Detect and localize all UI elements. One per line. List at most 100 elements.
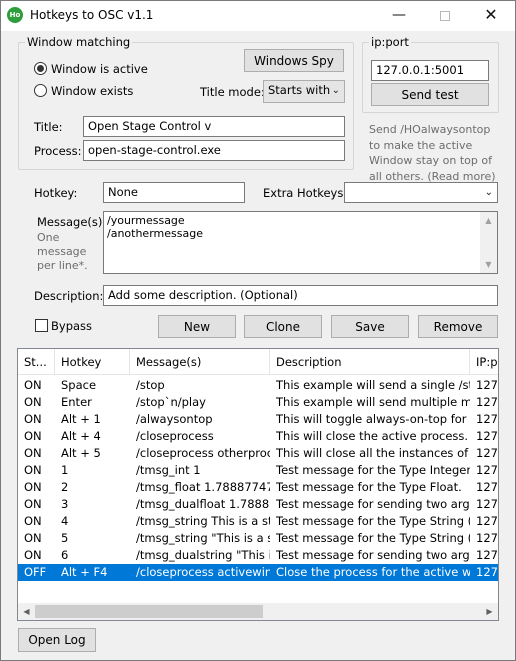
message-line: /anothermessage [107, 227, 203, 240]
table-row[interactable]: OFF Alt + F4/closeprocess activewin... Clo… [18, 564, 498, 581]
cell-hotkey: Alt + 5 [61, 446, 101, 460]
cell-ip: 127. [476, 446, 498, 460]
windows-spy-button[interactable]: Windows Spy [244, 49, 344, 72]
scroll-left-icon[interactable]: ◀ [18, 603, 35, 620]
bypass-label: Bypass [51, 319, 93, 333]
table-row[interactable]: ON Enter/stop`n/play This example will sen… [18, 394, 498, 411]
cell-description: Test message for sending two argume... [276, 497, 470, 511]
cell-hotkey: Space [61, 378, 97, 392]
cell-ip: 127. [476, 565, 498, 579]
title-label: Title: [34, 120, 63, 134]
table-row[interactable]: ON 6/tmsg_dualstring "This is ... Test mes… [18, 547, 498, 564]
window-matching-label: Window matching [25, 35, 133, 49]
cell-ip: 127. [476, 412, 498, 426]
table-row[interactable]: ON 1/tmsg_int 1 Test message for the Type … [18, 462, 498, 479]
cell-messages: /tmsg_int 1 [136, 463, 201, 477]
cell-hotkey: 1 [61, 463, 69, 477]
cell-ip: 127. [476, 480, 498, 494]
table-horizontal-scrollbar[interactable]: ◀ ▶ [18, 603, 498, 620]
cell-ip: 127. [476, 395, 498, 409]
hotkeys-table[interactable]: St... Hotkey Message(s) Description IP:p… [17, 348, 499, 621]
cell-messages: /tmsg_float 1.788877474 [136, 480, 270, 494]
table-row[interactable]: ON 5/tmsg_string "This is a si... Test mes… [18, 530, 498, 547]
app-window: Ho Hotkeys to OSC v1.1 — ✕ Window matchi… [0, 0, 516, 661]
table-row[interactable]: ON 4/tmsg_string This is a stri... Test me… [18, 513, 498, 530]
column-header-hotkey[interactable]: Hotkey [55, 349, 130, 375]
extra-hotkeys-label: Extra Hotkeys: [263, 186, 348, 200]
scroll-up-icon[interactable]: ▲ [480, 212, 497, 229]
cell-ip: 127. [476, 531, 498, 545]
description-label: Description: [34, 289, 104, 303]
scroll-thumb[interactable] [35, 605, 263, 618]
message-line: /yourmessage [107, 214, 185, 227]
hotkey-input[interactable]: None [103, 182, 245, 203]
cell-status: OFF [24, 565, 47, 579]
window-exists-radio[interactable] [34, 84, 47, 97]
title-mode-value: Starts with [268, 83, 331, 97]
column-header-messages[interactable]: Message(s) [130, 349, 270, 375]
ip-port-input[interactable]: 127.0.0.1:5001 [371, 60, 489, 81]
cell-status: ON [24, 548, 42, 562]
title-input[interactable]: Open Stage Control v [83, 116, 345, 137]
cell-messages: /tmsg_string This is a stri... [136, 514, 270, 528]
cell-status: ON [24, 446, 42, 460]
table-row[interactable]: ON Alt + 5/closeprocess otherproc... This … [18, 445, 498, 462]
table-row[interactable]: ON 3/tmsg_dualfloat 1.78887... Test messag… [18, 496, 498, 513]
hotkey-label: Hotkey: [34, 186, 78, 200]
title-mode-select[interactable]: Starts with ⌄ [263, 80, 345, 103]
cell-description: Close the process for the active wind... [276, 565, 470, 579]
send-test-button[interactable]: Send test [371, 83, 489, 106]
cell-status: ON [24, 514, 42, 528]
extra-hotkeys-select[interactable]: ⌄ [344, 182, 498, 203]
open-log-button[interactable]: Open Log [18, 628, 96, 652]
cell-hotkey: 2 [61, 480, 69, 494]
scroll-right-icon[interactable]: ▶ [481, 603, 498, 620]
column-header-description[interactable]: Description [270, 349, 470, 375]
save-button[interactable]: Save [331, 315, 409, 338]
hint-line: Send /HOalwaysontop [369, 123, 491, 136]
cell-description: This will toggle always-on-top for the a… [276, 412, 470, 426]
description-input[interactable]: Add some description. (Optional) [103, 285, 498, 306]
cell-hotkey: 6 [61, 548, 69, 562]
window-active-radio[interactable] [34, 62, 47, 75]
bypass-checkbox[interactable] [35, 319, 48, 332]
process-input[interactable]: open-stage-control.exe [83, 140, 345, 161]
title-mode-label: Title mode: [200, 85, 265, 99]
cell-messages: /tmsg_dualfloat 1.78887... [136, 497, 270, 511]
cell-description: This will close all the instances of "ot… [276, 446, 470, 460]
cell-ip: 127. [476, 497, 498, 511]
cell-ip: 127. [476, 429, 498, 443]
cell-messages: /stop`n/play [136, 395, 206, 409]
cell-status: ON [24, 429, 42, 443]
ip-port-label: ip:port [369, 35, 411, 49]
messages-scrollbar[interactable]: ▲ ▼ [480, 212, 497, 273]
maximize-button[interactable] [422, 1, 468, 31]
alwaysontop-hint[interactable]: Send /HOalwaysontop to make the active W… [369, 122, 496, 184]
column-header-status[interactable]: St... [18, 349, 55, 375]
cell-status: ON [24, 395, 42, 409]
cell-status: ON [24, 531, 42, 545]
column-header-ip[interactable]: IP:p [470, 349, 498, 375]
cell-messages: /alwaysontop [136, 412, 213, 426]
new-button[interactable]: New [158, 315, 236, 338]
cell-hotkey: Enter [61, 395, 92, 409]
table-row[interactable]: ON Space/stop This example will send a sin… [18, 377, 498, 394]
remove-button[interactable]: Remove [418, 315, 498, 338]
clone-button[interactable]: Clone [244, 315, 322, 338]
close-button[interactable]: ✕ [468, 1, 514, 31]
table-row[interactable]: ON Alt + 4/closeprocess This will close th… [18, 428, 498, 445]
table-row[interactable]: ON Alt + 1/alwaysontop This will toggle al… [18, 411, 498, 428]
window-active-label: Window is active [51, 62, 148, 76]
cell-messages: /stop [136, 378, 165, 392]
cell-description: This will close the active process. [276, 429, 469, 443]
minimize-button[interactable]: — [376, 1, 422, 31]
scroll-down-icon[interactable]: ▼ [480, 256, 497, 273]
messages-textarea[interactable]: /yourmessage /anothermessage ▲ ▼ [103, 211, 498, 274]
messages-label: Message(s): [37, 215, 107, 229]
chevron-down-icon: ⌄ [484, 187, 493, 198]
cell-ip: 127. [476, 378, 498, 392]
table-row[interactable]: ON 2/tmsg_float 1.788877474 Test message f… [18, 479, 498, 496]
cell-hotkey: 4 [61, 514, 69, 528]
messages-hint-line: One [37, 231, 60, 244]
cell-hotkey: 3 [61, 497, 69, 511]
